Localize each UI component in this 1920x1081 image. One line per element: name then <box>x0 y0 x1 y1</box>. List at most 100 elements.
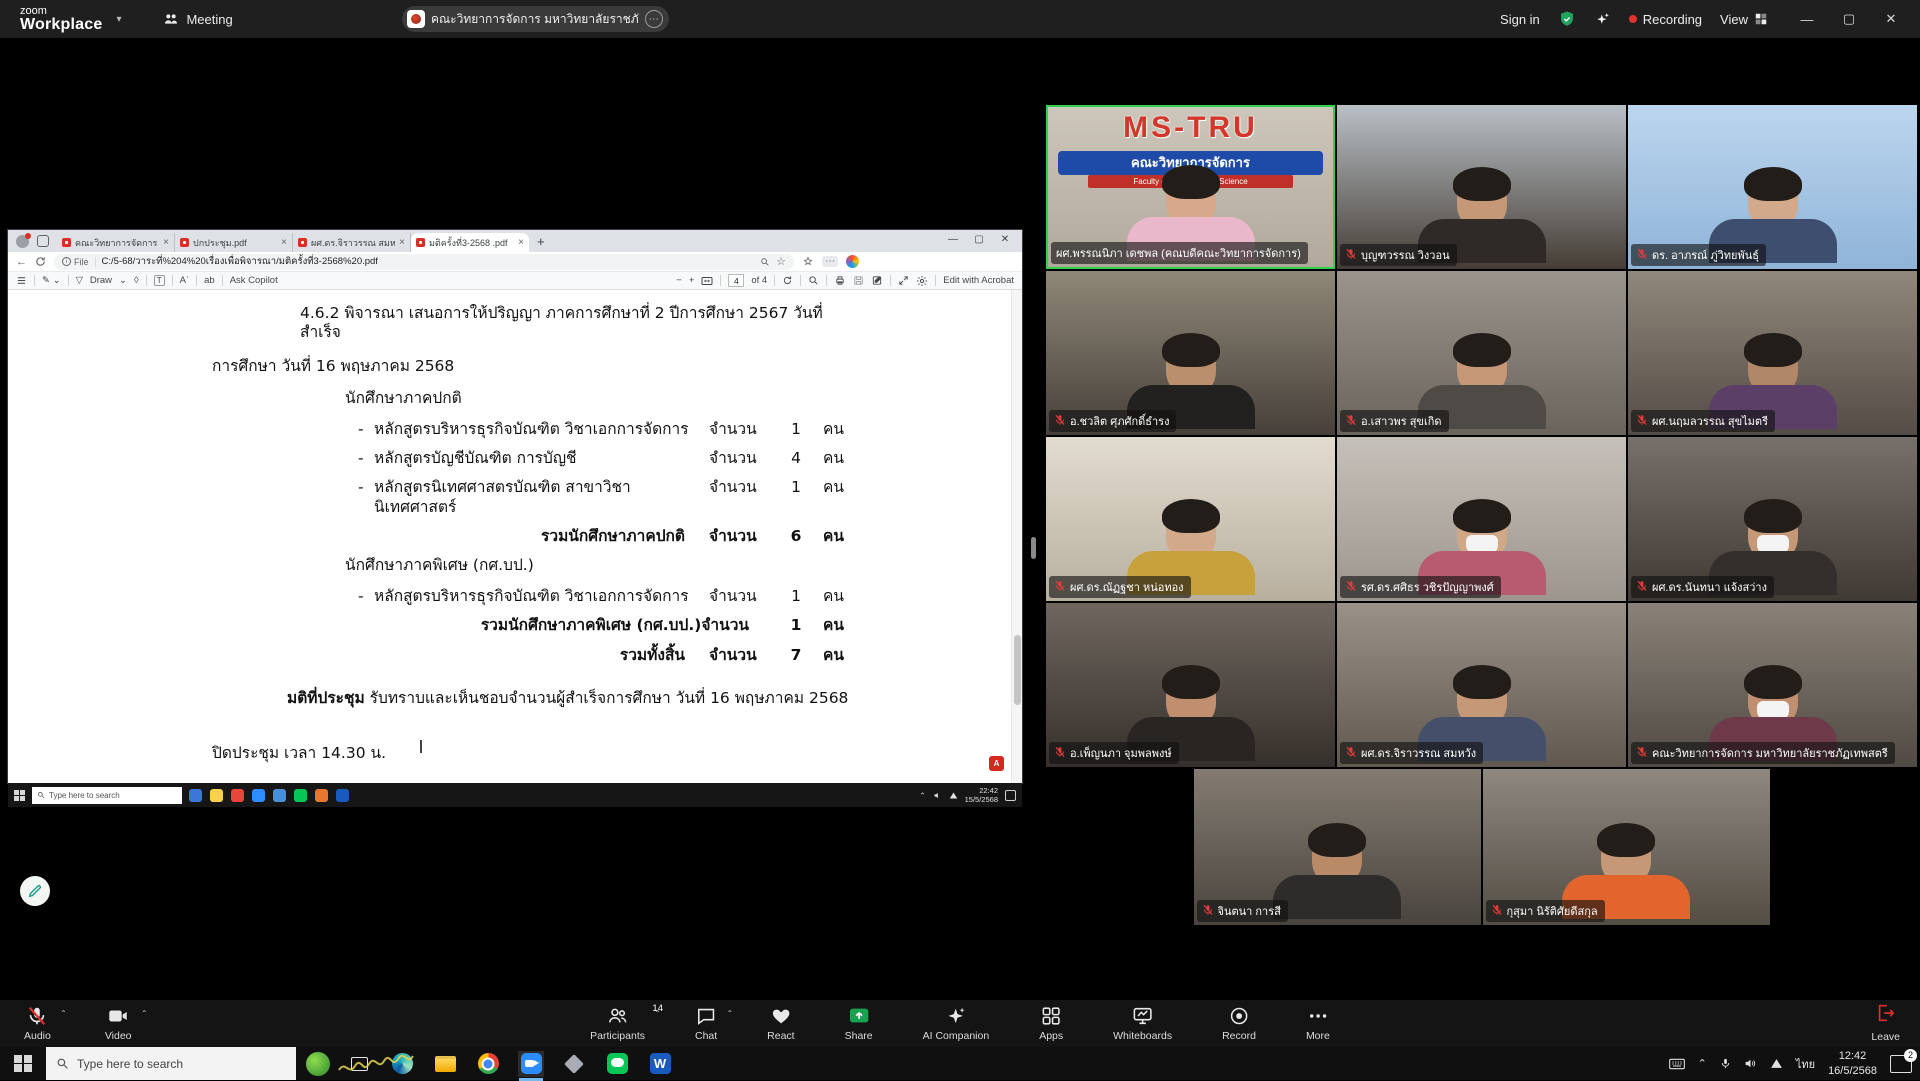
participant-tile[interactable]: ผศ.ดร.จิราวรรณ สมหวัง <box>1337 603 1626 767</box>
chevron-up-icon[interactable]: ⌃ <box>726 1009 733 1018</box>
view-button[interactable]: View <box>1720 12 1768 27</box>
search-icon[interactable] <box>808 275 819 286</box>
chevron-up-icon[interactable]: ⌃ <box>654 1009 661 1018</box>
add-text-icon[interactable]: Aʾ <box>180 275 190 286</box>
fit-width-icon[interactable] <box>701 276 713 286</box>
text-select-icon[interactable]: T <box>154 275 165 286</box>
taskbar-search-input[interactable]: Type here to search <box>46 1047 296 1080</box>
tab-close-icon[interactable]: × <box>399 237 405 248</box>
save-as-icon[interactable] <box>871 275 883 286</box>
fullscreen-icon[interactable] <box>898 275 909 286</box>
pdf-scrollbar[interactable] <box>1011 290 1022 783</box>
tab-meeting[interactable]: Meeting <box>163 11 232 27</box>
copilot-icon[interactable] <box>846 255 859 268</box>
shared-taskbar-app-icon[interactable] <box>189 789 202 802</box>
shared-taskbar-app-icon[interactable] <box>231 789 244 802</box>
ask-copilot-button[interactable]: Ask Copilot <box>230 275 278 286</box>
panel-divider-handle[interactable] <box>1031 537 1036 559</box>
toolbar-participants-button[interactable]: 14⌃Participants <box>580 1002 655 1042</box>
participant-tile[interactable]: บุญฑวรรณ วิงวอน <box>1337 105 1626 269</box>
participant-tile[interactable]: อ.เสาวพร สุขเกิด <box>1337 271 1626 435</box>
shared-taskbar-app-icon[interactable] <box>252 789 265 802</box>
close-button[interactable]: ✕ <box>1870 0 1912 38</box>
ai-sparkle-icon[interactable] <box>1594 11 1611 28</box>
pdf-menu-icon[interactable] <box>16 275 27 286</box>
maximize-button[interactable]: ▢ <box>1828 0 1870 38</box>
shared-notification-icon[interactable] <box>1005 790 1016 801</box>
rotate-icon[interactable] <box>782 275 793 286</box>
browser-tab[interactable]: มติครั้งที่3-2568 .pdf× <box>411 233 529 252</box>
taskbar-app-word[interactable]: W <box>647 1051 673 1077</box>
tray-language[interactable]: ไทย <box>1796 1055 1815 1073</box>
toolbar-more-button[interactable]: More <box>1296 1002 1340 1042</box>
chevron-up-icon[interactable]: ⌃ <box>60 1009 67 1018</box>
toolbar-share-button[interactable]: Share <box>835 1002 883 1042</box>
minimize-button[interactable]: — <box>1786 0 1828 38</box>
tray-hidden-icons-chevron[interactable]: ⌃ <box>1698 1057 1707 1070</box>
shared-clock[interactable]: 22:42 15/5/2568 <box>965 786 998 805</box>
annotate-button[interactable] <box>20 876 50 906</box>
pdf-page[interactable]: 4.6.2 พิจารณา เสนอการให้ปริญญา ภาคการศึก… <box>8 290 1022 783</box>
tab-close-icon[interactable]: × <box>518 237 524 248</box>
shared-taskbar-app-icon[interactable] <box>210 789 223 802</box>
participant-tile[interactable]: MS-TRUคณะวิทยาการจัดการFaculty of Manage… <box>1046 105 1335 269</box>
shared-taskbar-app-icon[interactable] <box>273 789 286 802</box>
participant-tile[interactable]: ผศ.ดร.นันทนา แจ้งสว่าง <box>1628 437 1917 601</box>
meeting-title-more-icon[interactable]: ⋯ <box>645 10 663 28</box>
browser-tab[interactable]: ผศ.ดร.จิราวรรณ สมหวัง.pdf× <box>293 233 411 252</box>
meeting-title-pill[interactable]: คณะวิทยาการจัดการ มหาวิทยาลัยราชภั ⋯ <box>402 6 669 32</box>
toolbar-chat-button[interactable]: ⌃Chat <box>685 1002 727 1042</box>
browser-tab[interactable]: ปกประชุม.pdf× <box>175 233 293 252</box>
tab-close-icon[interactable]: × <box>281 237 287 248</box>
browser-restore-button[interactable]: ▢ <box>966 230 992 248</box>
shield-check-icon[interactable] <box>1558 10 1576 28</box>
tray-mic-icon[interactable] <box>1720 1057 1731 1070</box>
participant-tile[interactable]: กุสุมา นิรัติศัยดีสกุล <box>1483 769 1770 925</box>
browser-close-button[interactable]: ✕ <box>992 230 1018 248</box>
edit-with-acrobat-button[interactable]: Edit with Acrobat <box>943 275 1014 286</box>
zoom-in-icon[interactable]: + <box>689 275 695 286</box>
taskbar-app-diamond[interactable] <box>561 1051 587 1077</box>
refresh-icon[interactable] <box>35 256 46 267</box>
new-tab-button[interactable]: + <box>537 234 545 249</box>
leave-button[interactable]: Leave <box>1871 1002 1900 1043</box>
participant-tile[interactable]: คณะวิทยาการจัดการ มหาวิทยาลัยราชภัฏเทพสต… <box>1628 603 1917 767</box>
toolbar-apps-button[interactable]: Apps <box>1029 1002 1073 1042</box>
participant-tile[interactable]: ผศ.ดร.ณัฏฐชา หน่อทอง <box>1046 437 1335 601</box>
participant-tile[interactable]: ดร. อาภรณ์ ภู่วิทยพันธุ์ <box>1628 105 1917 269</box>
tab-search-icon[interactable] <box>37 235 49 247</box>
pen-tool-icon[interactable]: ✎ ⌄ <box>42 275 61 286</box>
draw-tool-icon[interactable]: ▽ <box>76 275 83 286</box>
shared-taskbar-app-icon[interactable] <box>336 789 349 802</box>
sign-in-button[interactable]: Sign in <box>1500 12 1540 27</box>
eraser-tool-icon[interactable]: ◊ <box>134 275 139 286</box>
zoom-out-icon[interactable]: − <box>676 275 682 286</box>
taskbar-widget-icon[interactable] <box>306 1052 330 1076</box>
tray-volume-icon[interactable] <box>1744 1057 1757 1070</box>
taskbar-app-zoom[interactable] <box>518 1051 544 1077</box>
notification-center-icon[interactable]: 2 <box>1890 1055 1912 1073</box>
participant-tile[interactable]: รศ.ดร.ศศิธร วชิรปัญญาพงศ์ <box>1337 437 1626 601</box>
read-aloud-icon[interactable]: ab <box>204 275 215 286</box>
toolbar-video-button[interactable]: ⌃Video <box>95 1002 142 1042</box>
tab-close-icon[interactable]: × <box>163 237 169 248</box>
chevron-up-icon[interactable]: ⌃ <box>141 1009 148 1018</box>
bookmark-star-icon[interactable]: ☆ <box>776 255 786 268</box>
workspace-chevron-icon[interactable]: ▾ <box>116 14 121 25</box>
browser-tab[interactable]: คณะวิทยาการจัดการ - แผนความต้องก...× <box>57 233 175 252</box>
shared-network-icon[interactable] <box>949 791 958 800</box>
tray-network-icon[interactable] <box>1770 1057 1783 1070</box>
taskbar-app-line[interactable] <box>604 1051 630 1077</box>
taskbar-app-explorer[interactable] <box>432 1051 458 1077</box>
acrobat-float-icon[interactable]: A <box>989 756 1004 771</box>
toolbar-audio-button[interactable]: ⌃Audio <box>14 1002 61 1042</box>
shared-taskbar-app-icon[interactable] <box>315 789 328 802</box>
taskbar-app-taskview[interactable] <box>346 1051 372 1077</box>
settings-gear-icon[interactable] <box>916 275 928 287</box>
browser-profile-icon[interactable] <box>16 235 29 248</box>
browser-minimize-button[interactable]: — <box>940 230 966 248</box>
zoom-page-icon[interactable] <box>760 257 770 267</box>
save-icon[interactable] <box>853 275 864 286</box>
address-input[interactable]: iFile C:/5-68/วาระที่%204%20เรื่องเพื่อพ… <box>54 254 794 270</box>
page-number-input[interactable]: 4 <box>728 274 744 287</box>
